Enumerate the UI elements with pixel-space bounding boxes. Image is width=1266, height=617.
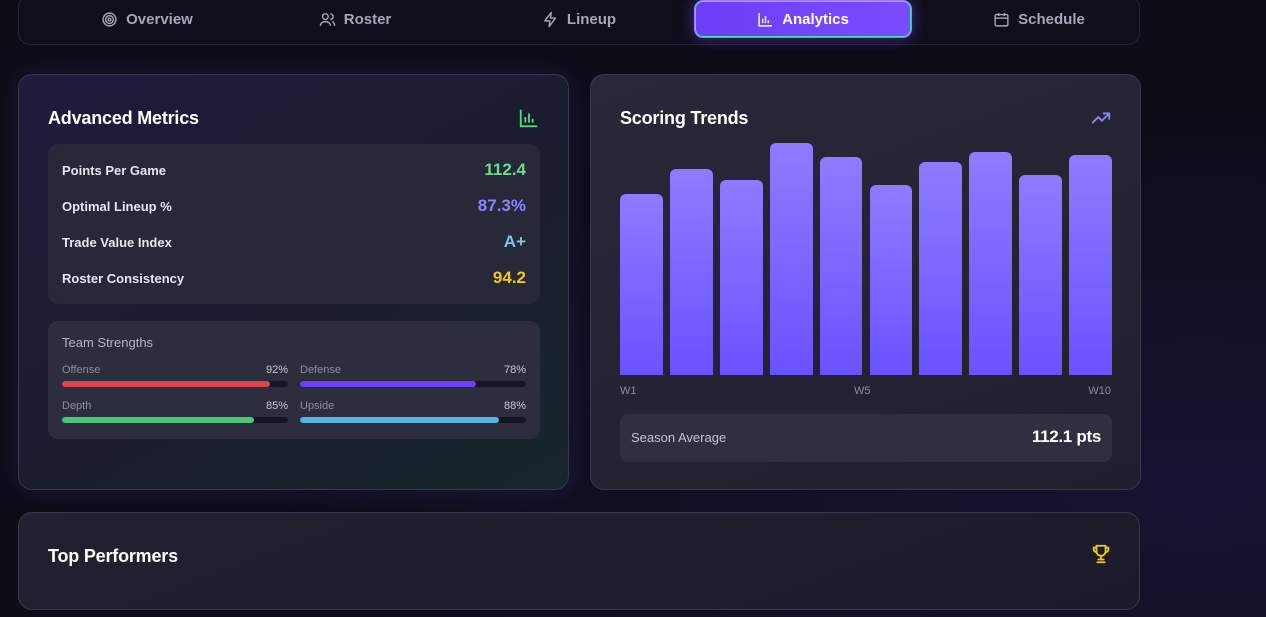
- strength-percent: 85%: [265, 400, 288, 412]
- top-nav: Overview Roster Lineup Analytics Schedul…: [18, 0, 1140, 45]
- metric-row: Roster Consistency 94.2: [62, 266, 526, 290]
- metrics-list: Points Per Game 112.4 Optimal Lineup % 8…: [48, 144, 540, 304]
- card-title: Advanced Metrics: [48, 108, 199, 128]
- season-average: Season Average 112.1 pts: [620, 414, 1112, 462]
- card-title: Top Performers: [48, 546, 178, 566]
- trend-bar: [869, 184, 913, 375]
- trend-bar: [919, 161, 963, 375]
- metric-value: 94.2: [492, 268, 526, 287]
- strength-fill: [62, 381, 270, 387]
- strength-percent: 92%: [265, 364, 288, 376]
- metric-label: Points Per Game: [62, 162, 167, 178]
- strength-fill: [62, 417, 255, 423]
- trending-up-icon: [1091, 112, 1111, 124]
- metric-value: 87.3%: [477, 196, 526, 215]
- metric-value: A+: [503, 232, 526, 251]
- trend-bar: [1019, 175, 1063, 375]
- strength-label: Defense: [300, 364, 341, 376]
- strength-track: [62, 381, 288, 387]
- strength-label: Offense: [62, 364, 101, 376]
- strength-label: Upside: [300, 400, 335, 412]
- trend-bar: [620, 194, 663, 375]
- trend-bars: [620, 143, 1112, 375]
- strengths-title: Team Strengths: [62, 335, 154, 350]
- strength-defense: Defense 78%: [300, 364, 526, 394]
- metric-label: Optimal Lineup %: [62, 198, 172, 214]
- strength-percent: 88%: [503, 400, 526, 412]
- tab-label: Roster: [343, 10, 392, 28]
- tab-analytics[interactable]: Analytics: [694, 0, 912, 38]
- metric-label: Trade Value Index: [62, 234, 172, 250]
- tab-roster[interactable]: Roster: [275, 0, 435, 38]
- metric-row: Optimal Lineup % 87.3%: [62, 194, 526, 218]
- top-performers-card: Top Performers: [18, 512, 1140, 610]
- strength-depth: Depth 85%: [62, 400, 288, 430]
- strength-offense: Offense 92%: [62, 364, 288, 394]
- bar-chart-icon: [758, 12, 773, 27]
- advanced-metrics-card: Advanced Metrics Points Per Game 112.4 O…: [18, 74, 569, 490]
- trend-bar: [819, 156, 863, 375]
- x-label-w1: W1: [620, 385, 637, 397]
- lightning-icon: [544, 11, 557, 27]
- strength-fill: [300, 381, 477, 387]
- tab-label: Lineup: [566, 10, 617, 28]
- strength-track: [300, 417, 526, 423]
- team-strengths: Team Strengths Offense 92% Defense 78% D…: [48, 321, 540, 439]
- trend-bar: [719, 180, 763, 375]
- tab-schedule[interactable]: Schedule: [949, 0, 1129, 38]
- x-label-w10: W10: [1088, 385, 1111, 397]
- trend-bar: [1069, 154, 1112, 375]
- trophy-icon: [1092, 544, 1110, 564]
- trend-bar: [669, 168, 713, 375]
- strength-upside: Upside 88%: [300, 400, 526, 430]
- bar-chart-icon: [519, 109, 538, 128]
- card-title: Scoring Trends: [620, 108, 749, 128]
- users-icon: [319, 12, 336, 26]
- strength-label: Depth: [62, 400, 92, 412]
- scoring-trends-card: Scoring Trends W1 W5 W10 Season Average …: [590, 74, 1141, 490]
- strength-track: [300, 381, 526, 387]
- target-icon: [102, 11, 117, 27]
- calendar-icon: [994, 12, 1009, 27]
- trend-bar: [769, 143, 813, 375]
- season-average-label: Season Average: [631, 430, 727, 445]
- strength-percent: 78%: [503, 364, 526, 376]
- tab-label: Overview: [126, 10, 193, 28]
- metric-value: 112.4: [484, 160, 526, 179]
- x-label-w5: W5: [854, 385, 871, 397]
- strength-fill: [300, 417, 499, 423]
- metric-label: Roster Consistency: [62, 270, 185, 286]
- metric-row: Trade Value Index A+: [62, 230, 526, 254]
- tab-overview[interactable]: Overview: [19, 0, 275, 38]
- strength-track: [62, 417, 288, 423]
- tab-lineup[interactable]: Lineup: [489, 0, 669, 38]
- tab-label: Analytics: [782, 10, 849, 28]
- tab-label: Schedule: [1018, 10, 1085, 28]
- season-average-value: 112.1 pts: [1031, 427, 1101, 446]
- metric-row: Points Per Game 112.4: [62, 158, 526, 182]
- trend-bar: [969, 152, 1013, 375]
